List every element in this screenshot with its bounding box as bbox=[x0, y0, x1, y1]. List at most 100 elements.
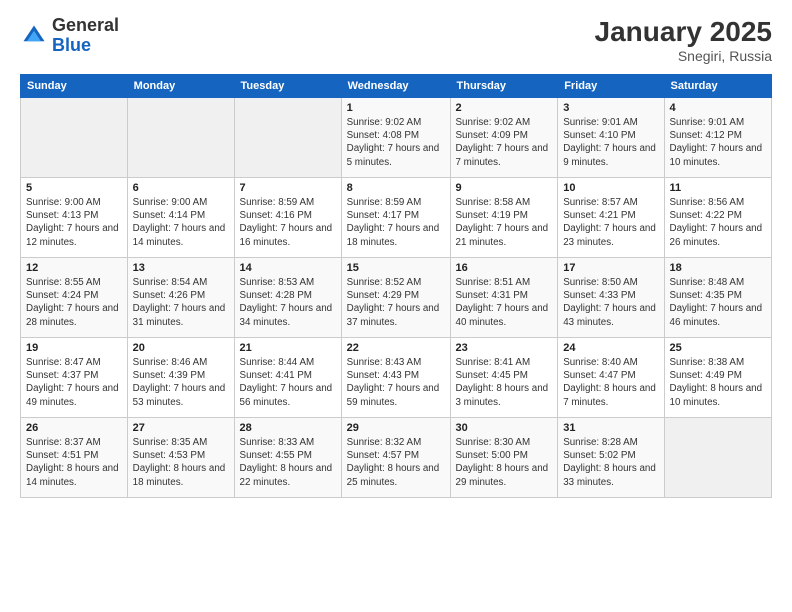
calendar-cell: 24 Sunrise: 8:40 AM Sunset: 4:47 PM Dayli… bbox=[558, 338, 664, 418]
calendar-cell: 23Sunrise: 8:41 AM Sunset: 4:45 PM Dayli… bbox=[450, 338, 558, 418]
day-info: Sunrise: 9:01 AM Sunset: 4:10 PM Dayligh… bbox=[563, 116, 658, 169]
day-number: 26 bbox=[26, 422, 122, 434]
day-info: Sunrise: 8:53 AM Sunset: 4:28 PM Dayligh… bbox=[240, 276, 336, 329]
day-number: 2 bbox=[456, 102, 553, 114]
calendar-cell: 25Sunrise: 8:38 AM Sunset: 4:49 PM Dayli… bbox=[664, 338, 772, 418]
day-number: 25 bbox=[670, 342, 767, 354]
day-info: Sunrise: 8:52 AM Sunset: 4:29 PM Dayligh… bbox=[347, 276, 445, 329]
calendar-cell: 14 Sunrise: 8:53 AM Sunset: 4:28 PM Dayli… bbox=[234, 258, 341, 338]
calendar-cell: 4Sunrise: 9:01 AM Sunset: 4:12 PM Daylig… bbox=[664, 98, 772, 178]
day-info: Sunrise: 8:41 AM Sunset: 4:45 PM Dayligh… bbox=[456, 356, 553, 409]
day-info: Sunrise: 8:35 AM Sunset: 4:53 PM Dayligh… bbox=[133, 436, 229, 489]
title-block: January 2025 Snegiri, Russia bbox=[595, 16, 772, 64]
calendar-cell: 12Sunrise: 8:55 AM Sunset: 4:24 PM Dayli… bbox=[21, 258, 128, 338]
day-number: 3 bbox=[563, 102, 658, 114]
day-info: Sunrise: 8:30 AM Sunset: 5:00 PM Dayligh… bbox=[456, 436, 553, 489]
day-number: 24 bbox=[563, 342, 658, 354]
calendar-table: Sunday Monday Tuesday Wednesday Thursday… bbox=[20, 74, 772, 498]
calendar-cell: 6Sunrise: 9:00 AM Sunset: 4:14 PM Daylig… bbox=[127, 178, 234, 258]
calendar-cell: 7 Sunrise: 8:59 AM Sunset: 4:16 PM Daylig… bbox=[234, 178, 341, 258]
calendar-cell: 27 Sunrise: 8:35 AM Sunset: 4:53 PM Dayli… bbox=[127, 418, 234, 498]
calendar-cell: 16 Sunrise: 8:51 AM Sunset: 4:31 PM Dayli… bbox=[450, 258, 558, 338]
calendar-cell: 1Sunrise: 9:02 AM Sunset: 4:08 PM Daylig… bbox=[341, 98, 450, 178]
day-info: Sunrise: 8:51 AM Sunset: 4:31 PM Dayligh… bbox=[456, 276, 553, 329]
calendar-cell: 17 Sunrise: 8:50 AM Sunset: 4:33 PM Dayli… bbox=[558, 258, 664, 338]
calendar-cell: 8 Sunrise: 8:59 AM Sunset: 4:17 PM Daylig… bbox=[341, 178, 450, 258]
day-number: 21 bbox=[240, 342, 336, 354]
calendar-cell: 13 Sunrise: 8:54 AM Sunset: 4:26 PM Dayli… bbox=[127, 258, 234, 338]
logo-icon bbox=[20, 22, 48, 50]
day-info: Sunrise: 8:47 AM Sunset: 4:37 PM Dayligh… bbox=[26, 356, 122, 409]
day-info: Sunrise: 8:54 AM Sunset: 4:26 PM Dayligh… bbox=[133, 276, 229, 329]
day-number: 14 bbox=[240, 262, 336, 274]
day-number: 9 bbox=[456, 182, 553, 194]
day-number: 13 bbox=[133, 262, 229, 274]
week-row-2: 5Sunrise: 9:00 AM Sunset: 4:13 PM Daylig… bbox=[21, 178, 772, 258]
day-info: Sunrise: 8:46 AM Sunset: 4:39 PM Dayligh… bbox=[133, 356, 229, 409]
calendar-cell bbox=[21, 98, 128, 178]
day-number: 4 bbox=[670, 102, 767, 114]
calendar-cell bbox=[664, 418, 772, 498]
day-info: Sunrise: 8:44 AM Sunset: 4:41 PM Dayligh… bbox=[240, 356, 336, 409]
day-number: 7 bbox=[240, 182, 336, 194]
calendar-cell: 19 Sunrise: 8:47 AM Sunset: 4:37 PM Dayli… bbox=[21, 338, 128, 418]
day-number: 22 bbox=[347, 342, 445, 354]
day-info: Sunrise: 8:32 AM Sunset: 4:57 PM Dayligh… bbox=[347, 436, 445, 489]
col-friday: Friday bbox=[558, 75, 664, 98]
location-subtitle: Snegiri, Russia bbox=[595, 48, 772, 64]
day-number: 31 bbox=[563, 422, 658, 434]
calendar-cell: 22 Sunrise: 8:43 AM Sunset: 4:43 PM Dayli… bbox=[341, 338, 450, 418]
week-row-4: 19 Sunrise: 8:47 AM Sunset: 4:37 PM Dayli… bbox=[21, 338, 772, 418]
calendar-cell: 26 Sunrise: 8:37 AM Sunset: 4:51 PM Dayli… bbox=[21, 418, 128, 498]
day-number: 29 bbox=[347, 422, 445, 434]
calendar-cell: 5Sunrise: 9:00 AM Sunset: 4:13 PM Daylig… bbox=[21, 178, 128, 258]
day-number: 30 bbox=[456, 422, 553, 434]
month-title: January 2025 bbox=[595, 16, 772, 48]
day-info: Sunrise: 8:57 AM Sunset: 4:21 PM Dayligh… bbox=[563, 196, 658, 249]
col-thursday: Thursday bbox=[450, 75, 558, 98]
day-number: 17 bbox=[563, 262, 658, 274]
page-header: General Blue January 2025 Snegiri, Russi… bbox=[20, 16, 772, 64]
day-number: 8 bbox=[347, 182, 445, 194]
day-number: 20 bbox=[133, 342, 229, 354]
calendar-cell: 11 Sunrise: 8:56 AM Sunset: 4:22 PM Dayli… bbox=[664, 178, 772, 258]
day-info: Sunrise: 8:59 AM Sunset: 4:17 PM Dayligh… bbox=[347, 196, 445, 249]
day-info: Sunrise: 8:28 AM Sunset: 5:02 PM Dayligh… bbox=[563, 436, 658, 489]
day-info: Sunrise: 9:02 AM Sunset: 4:09 PM Dayligh… bbox=[456, 116, 553, 169]
day-info: Sunrise: 8:40 AM Sunset: 4:47 PM Dayligh… bbox=[563, 356, 658, 409]
col-wednesday: Wednesday bbox=[341, 75, 450, 98]
calendar-cell: 9 Sunrise: 8:58 AM Sunset: 4:19 PM Daylig… bbox=[450, 178, 558, 258]
day-info: Sunrise: 8:43 AM Sunset: 4:43 PM Dayligh… bbox=[347, 356, 445, 409]
calendar-cell bbox=[234, 98, 341, 178]
col-monday: Monday bbox=[127, 75, 234, 98]
calendar-cell bbox=[127, 98, 234, 178]
day-number: 6 bbox=[133, 182, 229, 194]
calendar-cell: 31 Sunrise: 8:28 AM Sunset: 5:02 PM Dayli… bbox=[558, 418, 664, 498]
day-info: Sunrise: 8:33 AM Sunset: 4:55 PM Dayligh… bbox=[240, 436, 336, 489]
day-number: 16 bbox=[456, 262, 553, 274]
calendar-cell: 2 Sunrise: 9:02 AM Sunset: 4:09 PM Daylig… bbox=[450, 98, 558, 178]
day-number: 28 bbox=[240, 422, 336, 434]
calendar-cell: 21 Sunrise: 8:44 AM Sunset: 4:41 PM Dayli… bbox=[234, 338, 341, 418]
col-saturday: Saturday bbox=[664, 75, 772, 98]
week-row-5: 26 Sunrise: 8:37 AM Sunset: 4:51 PM Dayli… bbox=[21, 418, 772, 498]
day-info: Sunrise: 8:58 AM Sunset: 4:19 PM Dayligh… bbox=[456, 196, 553, 249]
calendar-cell: 15 Sunrise: 8:52 AM Sunset: 4:29 PM Dayli… bbox=[341, 258, 450, 338]
day-info: Sunrise: 8:56 AM Sunset: 4:22 PM Dayligh… bbox=[670, 196, 767, 249]
day-number: 27 bbox=[133, 422, 229, 434]
day-number: 18 bbox=[670, 262, 767, 274]
day-info: Sunrise: 8:50 AM Sunset: 4:33 PM Dayligh… bbox=[563, 276, 658, 329]
calendar-cell: 28 Sunrise: 8:33 AM Sunset: 4:55 PM Dayli… bbox=[234, 418, 341, 498]
day-number: 19 bbox=[26, 342, 122, 354]
day-number: 10 bbox=[563, 182, 658, 194]
day-number: 11 bbox=[670, 182, 767, 194]
day-info: Sunrise: 8:48 AM Sunset: 4:35 PM Dayligh… bbox=[670, 276, 767, 329]
week-row-1: 1Sunrise: 9:02 AM Sunset: 4:08 PM Daylig… bbox=[21, 98, 772, 178]
day-number: 5 bbox=[26, 182, 122, 194]
day-number: 15 bbox=[347, 262, 445, 274]
logo: General Blue bbox=[20, 16, 119, 56]
day-info: Sunrise: 8:59 AM Sunset: 4:16 PM Dayligh… bbox=[240, 196, 336, 249]
col-sunday: Sunday bbox=[21, 75, 128, 98]
day-info: Sunrise: 8:37 AM Sunset: 4:51 PM Dayligh… bbox=[26, 436, 122, 489]
day-number: 12 bbox=[26, 262, 122, 274]
